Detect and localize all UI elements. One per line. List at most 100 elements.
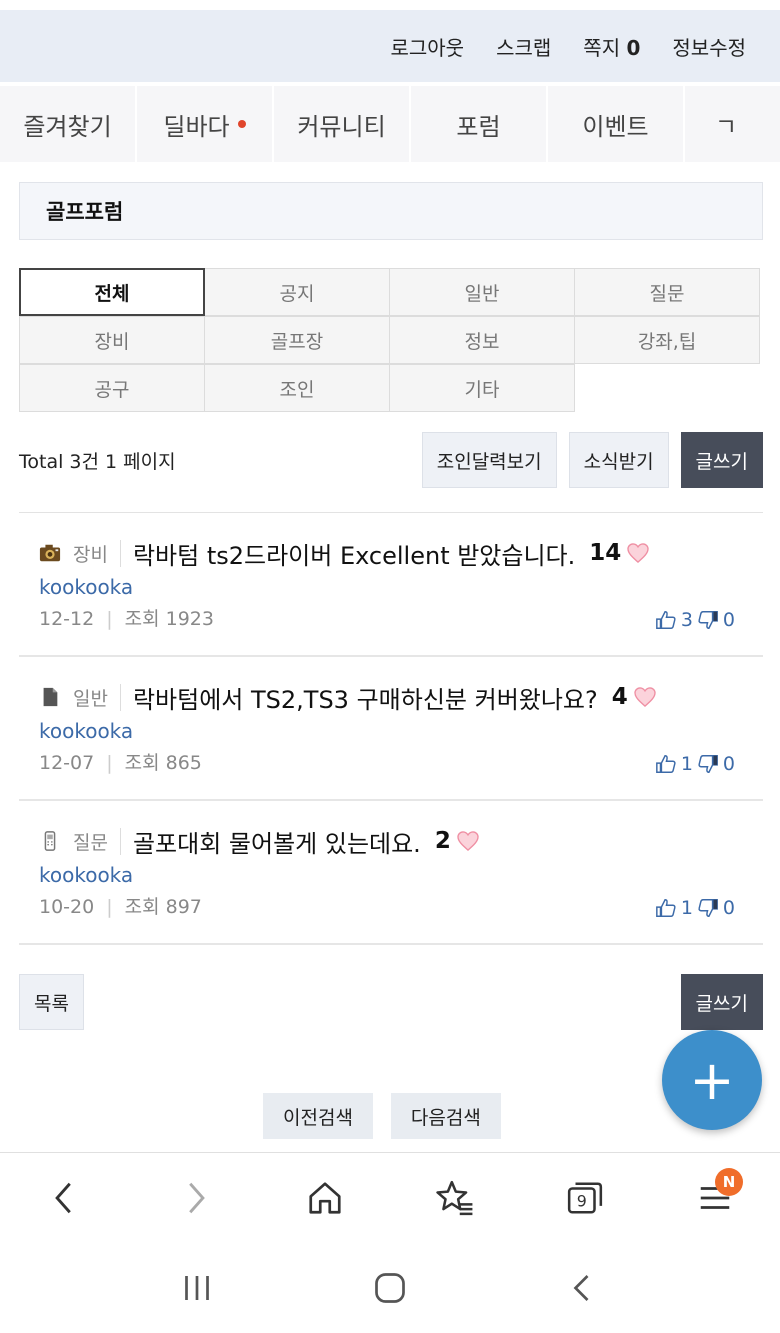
system-nav-bar	[0, 1242, 780, 1333]
document-icon	[43, 687, 58, 707]
recent-apps-button[interactable]	[167, 1258, 227, 1318]
search-nav: 이전검색 다음검색	[263, 1093, 501, 1139]
tab-dealbada-label: 딜바다	[163, 112, 230, 141]
post-item[interactable]: 질문 골포대회 물어볼게 있는데요. 2 kookooka 10-20 | 조회 8…	[19, 801, 763, 945]
tab-community[interactable]: 커뮤니티	[274, 86, 411, 162]
thumbs-up-icon	[655, 755, 676, 773]
write-button[interactable]: 글쓰기	[680, 432, 763, 488]
scrap-link[interactable]: 스크랩	[496, 32, 551, 61]
post-date: 12-07	[39, 752, 95, 774]
post-title[interactable]: 골포대회 물어볼게 있는데요.	[133, 824, 421, 859]
tab-favorites[interactable]: 즐겨찾기	[0, 86, 137, 162]
like-count: 1	[680, 897, 693, 919]
category-row: 공구 조인 기타	[19, 364, 763, 413]
star-list-icon	[436, 1180, 473, 1215]
post-list: 장비 락바텀 ts2드라이버 Excellent 받았습니다. 14 kooko…	[19, 512, 763, 945]
rounded-square-icon	[375, 1272, 405, 1303]
post-views: 조회 1923	[124, 608, 214, 630]
new-dot-icon	[237, 120, 246, 128]
prev-search-button[interactable]: 이전검색	[263, 1093, 373, 1139]
home-button[interactable]	[295, 1168, 355, 1228]
post-category: 일반	[73, 683, 121, 711]
tab-event[interactable]: 이벤트	[548, 86, 685, 162]
board-title: 골프포럼	[19, 182, 763, 240]
category-all[interactable]: 전체	[19, 268, 205, 316]
post-author[interactable]: kookooka	[39, 571, 763, 603]
main-nav-tabs: 즐겨찾기 딜바다 커뮤니티 포럼 이벤트 ㄱ	[0, 86, 780, 162]
memo-count: 0	[626, 35, 641, 60]
board-toolbar: Total 3건 1 페이지 조인달력보기 소식받기 글쓰기	[19, 432, 763, 488]
tab-forum[interactable]: 포럼	[411, 86, 548, 162]
post-author[interactable]: kookooka	[39, 715, 763, 747]
post-item[interactable]: 장비 락바텀 ts2드라이버 Excellent 받았습니다. 14 kooko…	[19, 513, 763, 657]
thumbs-up-icon	[655, 611, 676, 629]
back-button[interactable]	[35, 1168, 95, 1228]
subscribe-button[interactable]: 소식받기	[568, 432, 669, 488]
thumbs-down-icon	[698, 755, 718, 773]
bottom-actions: 목록 글쓰기	[19, 974, 763, 1030]
system-home-button[interactable]	[360, 1258, 420, 1318]
category-general[interactable]: 일반	[389, 268, 575, 316]
join-calendar-button[interactable]: 조인달력보기	[421, 432, 557, 488]
edit-info-link[interactable]: 정보수정	[672, 32, 746, 61]
category-question[interactable]: 질문	[574, 268, 760, 316]
browser-toolbar: 9 N	[0, 1152, 780, 1242]
comment-count: 4	[611, 684, 628, 710]
post-date: 12-12	[39, 608, 95, 630]
category-lessons[interactable]: 강좌,팁	[574, 316, 760, 364]
post-votes: 1 0	[655, 897, 735, 919]
category-notice[interactable]: 공지	[204, 268, 390, 316]
category-group-buy[interactable]: 공구	[19, 364, 205, 412]
post-item[interactable]: 일반 락바텀에서 TS2,TS3 구매하신분 커버왔나요? 4 kookooka…	[19, 657, 763, 801]
tabs-button[interactable]: 9	[555, 1168, 615, 1228]
category-grid: 전체 공지 일반 질문 장비 골프장 정보 강좌,팁 공구 조인 기타	[19, 268, 763, 413]
forward-button[interactable]	[165, 1168, 225, 1228]
dislike-count: 0	[722, 897, 735, 919]
heart-icon	[627, 543, 649, 563]
tabs-count: 9	[577, 1191, 587, 1210]
thumbs-up-icon	[655, 899, 676, 917]
heart-icon	[634, 687, 656, 707]
post-title[interactable]: 락바텀에서 TS2,TS3 구매하신분 커버왔나요?	[133, 680, 598, 715]
menu-button[interactable]: N	[685, 1167, 745, 1228]
system-back-button[interactable]	[553, 1258, 613, 1318]
post-date: 10-20	[39, 896, 95, 918]
category-row: 장비 골프장 정보 강좌,팁	[19, 316, 763, 365]
bookmarks-button[interactable]	[425, 1168, 485, 1228]
total-count: Total 3건 1 페이지	[19, 450, 176, 473]
thumbs-down-icon	[698, 899, 718, 917]
chevron-right-icon	[189, 1182, 205, 1213]
write-button-bottom[interactable]: 글쓰기	[680, 974, 763, 1030]
category-info[interactable]: 정보	[389, 316, 575, 364]
category-row: 전체 공지 일반 질문	[19, 268, 763, 317]
status-strip	[0, 0, 780, 10]
logout-link[interactable]: 로그아웃	[390, 32, 464, 61]
post-category: 질문	[73, 827, 121, 855]
category-golf-course[interactable]: 골프장	[204, 316, 390, 364]
tabs-icon: 9	[567, 1181, 603, 1214]
tab-dealbada[interactable]: 딜바다	[137, 86, 274, 162]
post-votes: 3 0	[655, 609, 735, 631]
category-equipment[interactable]: 장비	[19, 316, 205, 364]
notification-badge: N	[715, 1167, 743, 1196]
comment-count: 14	[589, 540, 622, 566]
like-count: 3	[680, 609, 693, 631]
category-join[interactable]: 조인	[204, 364, 390, 412]
like-count: 1	[680, 753, 693, 775]
thumbs-down-icon	[698, 611, 718, 629]
memo-link[interactable]: 쪽지 0	[583, 32, 640, 61]
next-search-button[interactable]: 다음검색	[390, 1093, 501, 1139]
list-button[interactable]: 목록	[19, 974, 84, 1030]
dislike-count: 0	[722, 753, 735, 775]
floating-add-button[interactable]: +	[662, 1030, 762, 1130]
post-title[interactable]: 락바텀 ts2드라이버 Excellent 받았습니다.	[133, 536, 575, 571]
memo-label: 쪽지	[583, 35, 621, 60]
dislike-count: 0	[722, 609, 735, 631]
heart-icon	[457, 831, 479, 851]
tab-more[interactable]: ㄱ	[685, 86, 780, 162]
top-links: 로그아웃 스크랩 쪽지 0 정보수정	[0, 10, 780, 82]
category-etc[interactable]: 기타	[389, 364, 575, 412]
post-author[interactable]: kookooka	[39, 859, 763, 891]
post-views: 조회 897	[124, 896, 202, 918]
phone-icon	[44, 831, 56, 851]
